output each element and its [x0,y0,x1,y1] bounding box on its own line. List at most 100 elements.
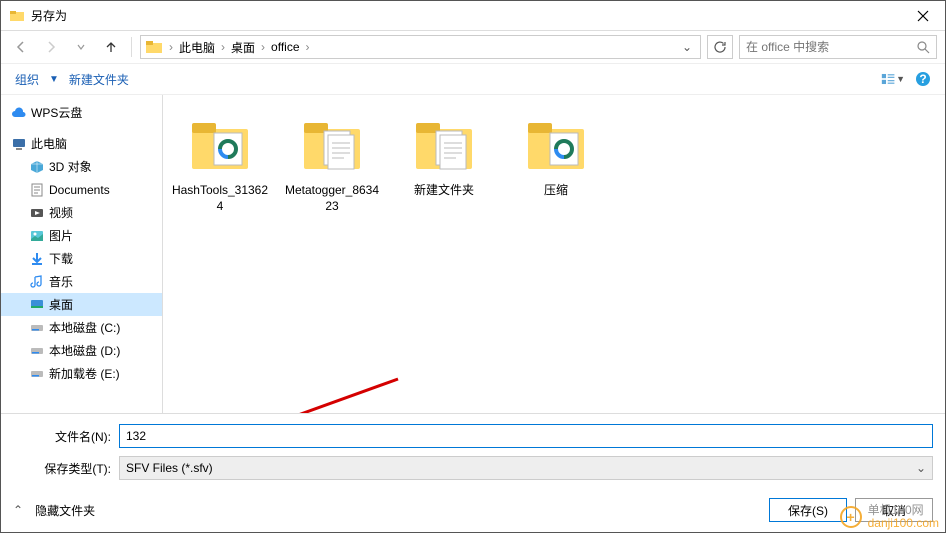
view-options-button[interactable]: ▼ [881,67,905,91]
forward-button[interactable] [39,35,63,59]
close-button[interactable] [900,1,945,31]
arrow-left-icon [14,40,28,54]
save-as-dialog: 另存为 › 此电脑 › 桌面 › office › ⌄ 组织 [0,0,946,533]
hide-folders-link[interactable]: 隐藏文件夹 [35,502,95,519]
refresh-button[interactable] [707,35,733,59]
form-area: 文件名(N): 保存类型(T): SFV Files (*.sfv) ⌄ [1,414,945,492]
picture-icon [29,228,45,244]
search-input[interactable] [746,40,916,54]
chevron-right-icon: › [219,40,227,54]
window-title: 另存为 [31,7,900,24]
sidebar-item-label: 此电脑 [31,135,67,152]
sidebar-item-wps[interactable]: WPS云盘 [1,101,162,124]
file-item[interactable]: Metatogger_863423 [283,107,381,218]
arrow-right-icon [44,40,58,54]
breadcrumb-desktop[interactable]: 桌面 [227,39,259,56]
disk-icon [29,366,45,382]
search-box[interactable] [739,35,937,59]
document-icon [29,182,45,198]
sidebar-item-pictures[interactable]: 图片 [1,224,162,247]
sidebar-item-label: 视频 [49,204,73,221]
sidebar-item-disk-c[interactable]: 本地磁盘 (C:) [1,316,162,339]
sidebar-item-downloads[interactable]: 下载 [1,247,162,270]
folder-icon [186,111,254,179]
help-button[interactable]: ? [911,67,935,91]
search-icon [916,40,930,54]
folder-icon [145,38,163,56]
folder-icon [522,111,590,179]
sidebar-item-label: 桌面 [49,296,73,313]
chevron-down-icon: ⌄ [916,461,926,475]
music-icon [29,274,45,290]
sidebar-item-disk-e[interactable]: 新加载卷 (E:) [1,362,162,385]
sidebar-item-music[interactable]: 音乐 [1,270,162,293]
expand-caret-icon[interactable]: ⌃ [13,503,23,517]
new-folder-button[interactable]: 新建文件夹 [65,69,133,90]
filetype-value: SFV Files (*.sfv) [126,461,213,475]
disk-icon [29,343,45,359]
desktop-icon [29,297,45,313]
file-label: 压缩 [544,183,568,199]
chevron-down-icon[interactable]: ▼ [49,74,59,85]
file-item[interactable]: 压缩 [507,107,605,218]
svg-text:?: ? [919,72,926,86]
up-button[interactable] [99,35,123,59]
sidebar-item-label: WPS云盘 [31,104,82,121]
help-icon: ? [915,71,931,87]
recent-dropdown[interactable] [69,35,93,59]
sidebar-item-videos[interactable]: 视频 [1,201,162,224]
address-bar[interactable]: › 此电脑 › 桌面 › office › ⌄ [140,35,701,59]
file-label: Metatogger_863423 [283,183,381,214]
file-view[interactable]: HashTools_313624 Metatogger_863423 新建文件夹 [163,95,945,413]
cube-icon [29,159,45,175]
organize-menu[interactable]: 组织 [11,69,43,90]
navbar: › 此电脑 › 桌面 › office › ⌄ [1,31,945,63]
breadcrumb-office[interactable]: office [267,40,303,54]
close-icon [917,10,929,22]
video-icon [29,205,45,221]
download-icon [29,251,45,267]
sidebar-item-3d[interactable]: 3D 对象 [1,155,162,178]
filetype-label: 保存类型(T): [13,460,119,477]
pc-icon [11,136,27,152]
folder-icon [9,8,25,24]
sidebar-item-label: 新加载卷 (E:) [49,365,120,382]
chevron-right-icon: › [167,40,175,54]
filename-label: 文件名(N): [13,428,119,445]
cloud-icon [11,105,27,121]
sidebar-item-label: 本地磁盘 (C:) [49,319,120,336]
titlebar: 另存为 [1,1,945,31]
view-icon [881,72,896,86]
separator [131,37,132,57]
sidebar-item-this-pc[interactable]: 此电脑 [1,132,162,155]
cancel-button-label: 取消 [882,502,906,519]
filename-input[interactable] [119,424,933,448]
file-item[interactable]: 新建文件夹 [395,107,493,218]
arrow-up-icon [104,40,118,54]
cancel-button[interactable]: 取消 [855,498,933,522]
sidebar-item-label: 3D 对象 [49,158,92,175]
content-area: WPS云盘 此电脑 3D 对象 Documents 视频 图片 [1,95,945,414]
sidebar-item-documents[interactable]: Documents [1,178,162,201]
filetype-select[interactable]: SFV Files (*.sfv) ⌄ [119,456,933,480]
sidebar-item-disk-d[interactable]: 本地磁盘 (D:) [1,339,162,362]
chevron-down-icon [76,42,86,52]
sidebar-item-desktop[interactable]: 桌面 [1,293,162,316]
refresh-icon [713,40,727,54]
sidebar-item-label: 音乐 [49,273,73,290]
disk-icon [29,320,45,336]
sidebar-item-label: 本地磁盘 (D:) [49,342,120,359]
file-label: HashTools_313624 [171,183,269,214]
sidebar: WPS云盘 此电脑 3D 对象 Documents 视频 图片 [1,95,163,413]
breadcrumb-this-pc[interactable]: 此电脑 [175,39,219,56]
folder-icon [298,111,366,179]
sidebar-item-label: 下载 [49,250,73,267]
toolbar: 组织 ▼ 新建文件夹 ▼ ? [1,63,945,95]
save-button[interactable]: 保存(S) [769,498,847,522]
save-button-label: 保存(S) [788,502,828,519]
file-item[interactable]: HashTools_313624 [171,107,269,218]
file-label: 新建文件夹 [414,183,474,199]
address-dropdown[interactable]: ⌄ [678,40,696,54]
annotation-arrow [183,375,413,414]
back-button[interactable] [9,35,33,59]
